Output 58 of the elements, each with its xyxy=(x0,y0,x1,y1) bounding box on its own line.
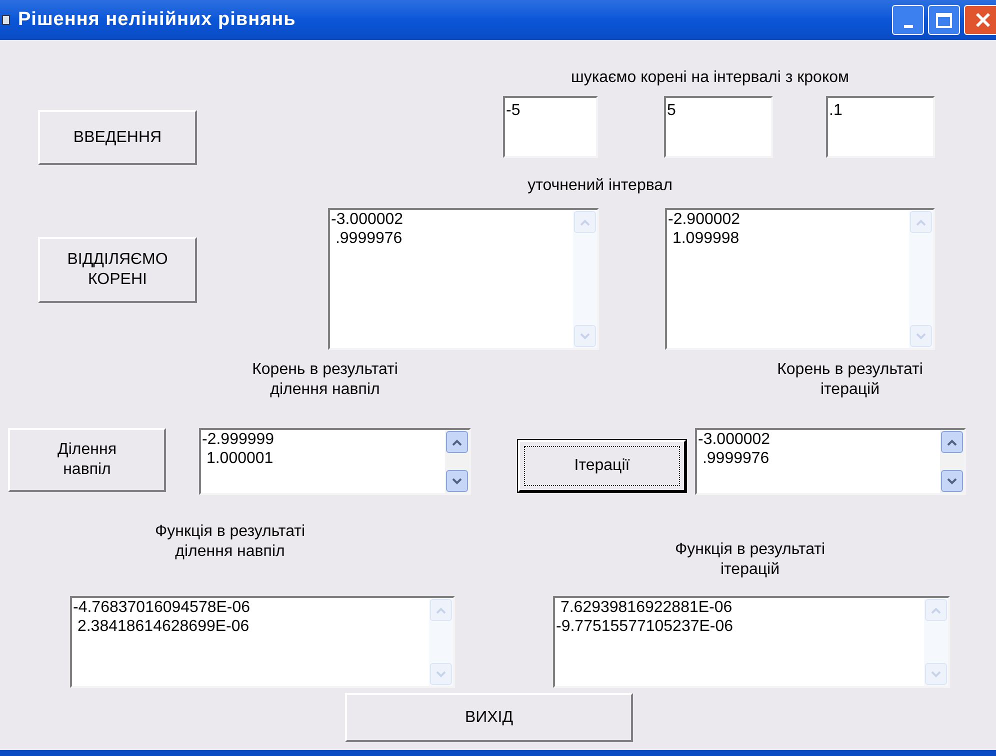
close-icon xyxy=(975,12,991,28)
scroll-down-button[interactable] xyxy=(941,470,963,492)
scroll-up-button[interactable] xyxy=(446,431,468,453)
list-box[interactable]: -2.900002 1.099998 xyxy=(665,208,935,350)
chevron-up-icon xyxy=(931,606,941,614)
chevron-down-icon xyxy=(452,478,462,484)
list-item[interactable]: 1.099998 xyxy=(668,229,909,248)
list-item[interactable]: 7.62939816922881E-06 xyxy=(556,598,924,617)
input-field[interactable]: .1 xyxy=(826,96,935,158)
chevron-down-icon xyxy=(580,332,590,340)
chevron-up-icon xyxy=(916,218,926,226)
list-item[interactable]: .9999976 xyxy=(331,229,573,248)
app-icon xyxy=(2,15,10,25)
window-title: Рішення нелінійних рівнянь xyxy=(18,8,296,32)
form-button[interactable]: ВИХІД xyxy=(345,693,633,742)
scroll-down-button[interactable] xyxy=(446,470,468,492)
chevron-down-icon xyxy=(916,332,926,340)
list-box[interactable]: -3.000002 .9999976 xyxy=(328,208,599,350)
list-item[interactable]: -2.999999 xyxy=(202,430,445,449)
maximize-button[interactable] xyxy=(928,5,960,35)
chevron-down-icon xyxy=(436,670,446,678)
form-label: Корень в результаті ділення навпіл xyxy=(251,360,399,400)
minimize-icon xyxy=(904,25,912,28)
form-button[interactable]: Ітерації xyxy=(518,440,686,492)
list-box[interactable]: -2.999999 1.000001 xyxy=(199,428,471,495)
maximize-icon xyxy=(936,12,952,28)
input-field[interactable]: -5 xyxy=(503,96,598,158)
chevron-up-icon xyxy=(436,606,446,614)
list-item[interactable]: -2.900002 xyxy=(668,210,909,229)
form-button[interactable]: ВІДДІЛЯЄМО КОРЕНІ xyxy=(38,237,197,303)
scrollbar[interactable] xyxy=(940,430,964,493)
scrollbar[interactable] xyxy=(445,430,469,493)
form-label: Функція в результаті ділення навпіл xyxy=(154,522,306,562)
scroll-up-button[interactable] xyxy=(941,431,963,453)
chevron-down-icon xyxy=(947,478,957,484)
form-label: Корень в результаті ітерацій xyxy=(776,360,924,400)
close-button[interactable] xyxy=(964,5,996,35)
list-item[interactable]: -4.76837016094578E-06 xyxy=(73,598,429,617)
list-item[interactable]: 2.38418614628699E-06 xyxy=(73,617,429,636)
list-box[interactable]: 7.62939816922881E-06 -9.77515577105237E-06 xyxy=(553,596,950,688)
chevron-up-icon xyxy=(580,218,590,226)
form-label: шукаємо корені на інтервалі з кроком xyxy=(570,68,850,88)
list-item[interactable]: -9.77515577105237E-06 xyxy=(556,617,924,636)
form-button[interactable]: Ділення навпіл xyxy=(8,428,166,492)
list-item[interactable]: 1.000001 xyxy=(202,449,445,468)
chevron-up-icon xyxy=(452,438,462,446)
chevron-down-icon xyxy=(931,670,941,678)
list-box[interactable]: -4.76837016094578E-06 2.38418614628699E-06 xyxy=(70,596,455,688)
list-item[interactable]: .9999976 xyxy=(698,449,940,468)
minimize-button[interactable] xyxy=(892,5,924,35)
list-item[interactable]: -3.000002 xyxy=(331,210,573,229)
list-box[interactable]: -3.000002 .9999976 xyxy=(695,428,966,495)
list-item[interactable]: -3.000002 xyxy=(698,430,940,449)
form-label: уточнений інтервал xyxy=(526,176,674,196)
form-label: Функція в результаті ітерацій xyxy=(674,540,826,580)
form-button[interactable]: ВВЕДЕННЯ xyxy=(38,110,197,165)
input-field[interactable]: 5 xyxy=(664,96,773,158)
chevron-up-icon xyxy=(947,438,957,446)
